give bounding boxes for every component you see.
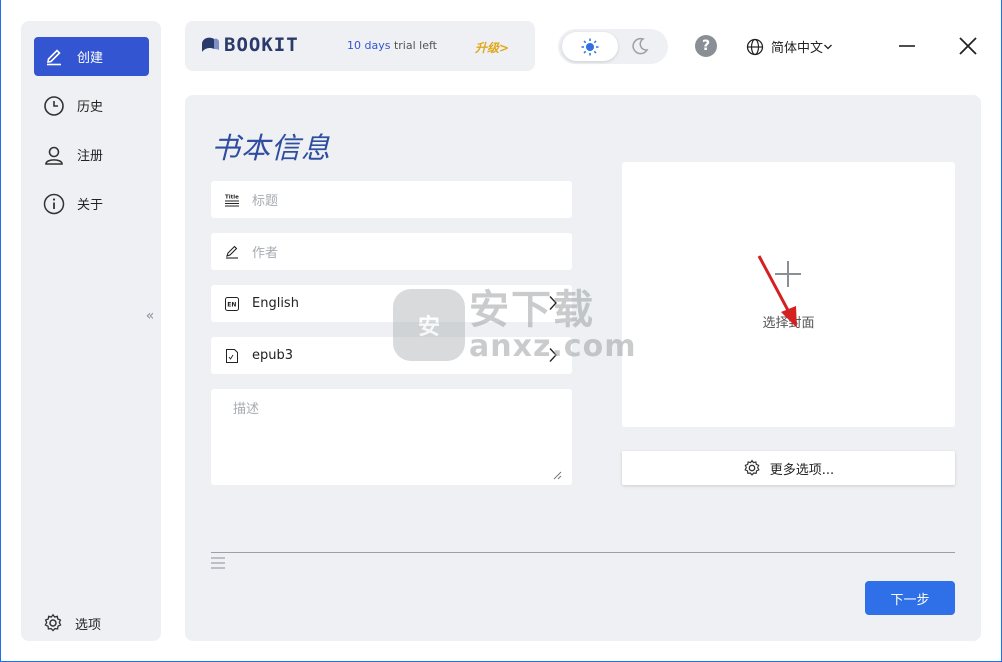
trial-suffix: trial left: [390, 39, 437, 52]
collapse-chevron-icon: «: [145, 308, 155, 324]
close-icon: [959, 37, 977, 55]
more-options-label: 更多选项...: [769, 462, 835, 478]
gear-icon: [744, 459, 760, 476]
title-placeholder: 标题: [252, 194, 279, 209]
watermark: 安 安下载 anxz.com: [393, 288, 636, 362]
language-label: 简体中文: [771, 41, 824, 56]
close-button[interactable]: [956, 34, 980, 58]
info-icon: [43, 193, 65, 215]
more-options-button[interactable]: 更多选项...: [622, 451, 955, 485]
settings-label: 选项: [75, 617, 102, 633]
description-textarea[interactable]: 描述: [211, 389, 572, 485]
divider: [211, 552, 955, 553]
gear-icon: [44, 613, 62, 632]
format-value: epub3: [252, 348, 294, 363]
drag-handle-icon[interactable]: [211, 557, 225, 569]
watermark-shield-char: 安: [417, 315, 440, 340]
trial-days: 10 days: [347, 39, 391, 52]
page-title: 书本信息: [211, 131, 332, 165]
resize-grip-icon[interactable]: [553, 471, 562, 480]
clock-icon: [43, 95, 65, 117]
watermark-cn: 安下载: [469, 287, 595, 333]
trial-status: 10 days trial left: [347, 39, 437, 52]
minimize-icon: [899, 45, 915, 47]
annotation-arrow-icon: [757, 255, 797, 328]
pen-icon: [225, 245, 239, 259]
language-select[interactable]: 简体中文: [746, 37, 833, 56]
author-field[interactable]: 作者: [211, 233, 572, 270]
language-en-icon: EN: [225, 296, 239, 311]
author-placeholder: 作者: [252, 246, 279, 261]
title-icon: Title: [225, 193, 239, 207]
user-icon: [43, 144, 65, 166]
language-value: English: [252, 296, 299, 311]
svg-text:EN: EN: [227, 301, 236, 308]
sidebar-item-label: 历史: [77, 100, 104, 115]
watermark-shield-icon: 安: [393, 289, 465, 361]
description-placeholder: 描述: [233, 402, 260, 417]
moon-icon[interactable]: [630, 36, 650, 56]
watermark-en: anxz.com: [469, 329, 637, 364]
chevron-down-icon: [824, 44, 832, 49]
sidebar-item-label: 关于: [77, 198, 104, 213]
logo-text: BOOKIT: [224, 34, 299, 56]
app-logo: BOOKIT: [199, 34, 299, 56]
sidebar-item-history[interactable]: 历史: [34, 86, 149, 125]
sidebar-collapse-handle[interactable]: «: [140, 293, 160, 339]
sidebar-item-create[interactable]: 创建: [34, 37, 149, 76]
minimize-button[interactable]: [895, 34, 919, 58]
brand-bar: BOOKIT 10 days trial left 升级>: [185, 21, 535, 71]
sidebar-item-label: 创建: [77, 51, 104, 66]
sidebar-item-register[interactable]: 注册: [34, 135, 149, 174]
next-button[interactable]: 下一步: [865, 581, 955, 615]
help-button[interactable]: ?: [695, 35, 717, 57]
theme-toggle[interactable]: [558, 29, 668, 64]
pen-icon: [43, 46, 65, 68]
upgrade-link[interactable]: 升级>: [475, 39, 509, 56]
main-panel: 书本信息 Title 标题 作者 EN English epub3 描述 选择封…: [185, 95, 981, 641]
sidebar-item-settings[interactable]: 选项: [43, 613, 101, 633]
sun-icon: [581, 38, 599, 55]
sidebar-item-label: 注册: [77, 149, 104, 164]
watermark-text: 安下载 anxz.com: [469, 288, 636, 362]
svg-text:Title: Title: [225, 194, 239, 200]
title-field[interactable]: Title 标题: [211, 181, 572, 218]
file-format-icon: [225, 348, 239, 363]
book-logo-icon: [202, 37, 219, 52]
sidebar-item-about[interactable]: 关于: [34, 184, 149, 223]
light-theme-option[interactable]: [562, 32, 618, 61]
globe-icon: [746, 38, 764, 55]
